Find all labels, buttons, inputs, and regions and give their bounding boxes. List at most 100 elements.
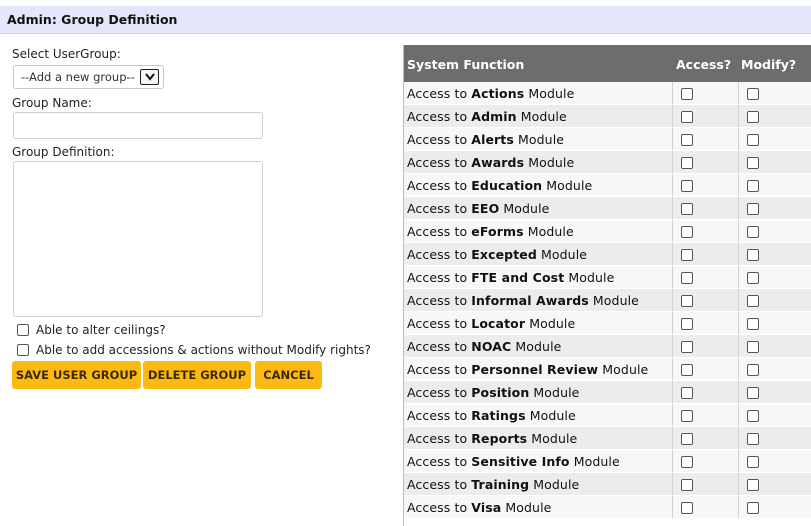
function-prefix: Access to	[407, 132, 468, 147]
function-module-name: Reports	[471, 431, 528, 446]
access-cell	[672, 174, 739, 196]
access-checkbox[interactable]	[681, 111, 693, 123]
function-prefix: Access to	[407, 293, 468, 308]
function-name: Access to Informal Awards Module	[407, 293, 639, 308]
access-checkbox[interactable]	[681, 410, 693, 422]
modify-cell	[738, 496, 811, 518]
table-row: Access to NOAC Module	[404, 335, 811, 358]
function-name: Access to Actions Module	[407, 86, 574, 101]
function-name: Access to Sensitive Info Module	[407, 454, 620, 469]
function-name: Access to Education Module	[407, 178, 592, 193]
modify-checkbox[interactable]	[747, 295, 759, 307]
modify-checkbox[interactable]	[747, 479, 759, 491]
modify-checkbox[interactable]	[747, 111, 759, 123]
table-row: Access to Actions Module	[404, 82, 811, 105]
add-accessions-checkbox[interactable]	[17, 344, 29, 356]
function-module-name: Informal Awards	[471, 293, 589, 308]
modify-checkbox[interactable]	[747, 433, 759, 445]
function-prefix: Access to	[407, 431, 468, 446]
table-row: Access to eForms Module	[404, 220, 811, 243]
modify-checkbox[interactable]	[747, 157, 759, 169]
function-suffix: Module	[533, 385, 580, 400]
function-name: Access to Alerts Module	[407, 132, 564, 147]
access-checkbox[interactable]	[681, 456, 693, 468]
access-checkbox[interactable]	[681, 318, 693, 330]
table-row: Access to Excepted Module	[404, 243, 811, 266]
modify-checkbox[interactable]	[747, 88, 759, 100]
access-cell	[672, 312, 739, 334]
access-checkbox[interactable]	[681, 479, 693, 491]
table-row: Access to Visa Module	[404, 496, 811, 519]
modify-cell	[738, 151, 811, 173]
modify-checkbox[interactable]	[747, 502, 759, 514]
modify-cell	[738, 105, 811, 127]
access-checkbox[interactable]	[681, 226, 693, 238]
modify-checkbox[interactable]	[747, 364, 759, 376]
chevron-down-icon[interactable]	[140, 69, 159, 85]
function-name: Access to Locator Module	[407, 316, 575, 331]
access-checkbox[interactable]	[681, 295, 693, 307]
access-cell	[672, 450, 739, 472]
access-checkbox[interactable]	[681, 134, 693, 146]
function-name: Access to NOAC Module	[407, 339, 561, 354]
modify-checkbox[interactable]	[747, 410, 759, 422]
function-prefix: Access to	[407, 385, 468, 400]
header-access: Access?	[676, 57, 732, 72]
modify-cell	[738, 358, 811, 380]
function-suffix: Module	[546, 178, 593, 193]
modify-checkbox[interactable]	[747, 387, 759, 399]
modify-cell	[738, 289, 811, 311]
access-checkbox[interactable]	[681, 502, 693, 514]
modify-checkbox[interactable]	[747, 318, 759, 330]
function-suffix: Module	[528, 86, 575, 101]
access-checkbox[interactable]	[681, 341, 693, 353]
function-prefix: Access to	[407, 178, 468, 193]
modify-checkbox[interactable]	[747, 203, 759, 215]
modify-checkbox[interactable]	[747, 249, 759, 261]
modify-cell	[738, 473, 811, 495]
access-checkbox[interactable]	[681, 387, 693, 399]
access-checkbox[interactable]	[681, 180, 693, 192]
access-checkbox[interactable]	[681, 157, 693, 169]
function-suffix: Module	[568, 270, 615, 285]
alter-ceilings-label: Able to alter ceilings?	[36, 323, 166, 337]
header-system-function: System Function	[407, 57, 525, 72]
access-checkbox[interactable]	[681, 249, 693, 261]
usergroup-select[interactable]: --Add a new group--	[13, 65, 164, 89]
function-prefix: Access to	[407, 224, 468, 239]
cancel-button[interactable]: CANCEL	[255, 361, 322, 389]
table-row: Access to EEO Module	[404, 197, 811, 220]
table-row: Access to FTE and Cost Module	[404, 266, 811, 289]
save-user-group-button[interactable]: SAVE USER GROUP	[12, 361, 141, 389]
access-checkbox[interactable]	[681, 364, 693, 376]
function-prefix: Access to	[407, 454, 468, 469]
modify-cell	[738, 381, 811, 403]
modify-checkbox[interactable]	[747, 226, 759, 238]
access-cell	[672, 151, 739, 173]
access-checkbox[interactable]	[681, 88, 693, 100]
modify-checkbox[interactable]	[747, 272, 759, 284]
header-modify: Modify?	[741, 57, 797, 72]
modify-checkbox[interactable]	[747, 180, 759, 192]
modify-checkbox[interactable]	[747, 134, 759, 146]
delete-group-button[interactable]: DELETE GROUP	[143, 361, 251, 389]
access-checkbox[interactable]	[681, 433, 693, 445]
function-prefix: Access to	[407, 247, 468, 262]
access-cell	[672, 243, 739, 265]
access-checkbox[interactable]	[681, 272, 693, 284]
function-name: Access to eForms Module	[407, 224, 574, 239]
modify-checkbox[interactable]	[747, 456, 759, 468]
function-module-name: Position	[471, 385, 530, 400]
group-definition-textarea[interactable]	[13, 161, 263, 317]
function-prefix: Access to	[407, 339, 468, 354]
group-name-input[interactable]	[13, 112, 263, 139]
alter-ceilings-checkbox[interactable]	[17, 324, 29, 336]
function-suffix: Module	[528, 155, 575, 170]
table-row: Access to Training Module	[404, 473, 811, 496]
modify-checkbox[interactable]	[747, 341, 759, 353]
access-checkbox[interactable]	[681, 203, 693, 215]
function-prefix: Access to	[407, 155, 468, 170]
function-suffix: Module	[592, 293, 639, 308]
table-row: Access to Sensitive Info Module	[404, 450, 811, 473]
access-cell	[672, 427, 739, 449]
